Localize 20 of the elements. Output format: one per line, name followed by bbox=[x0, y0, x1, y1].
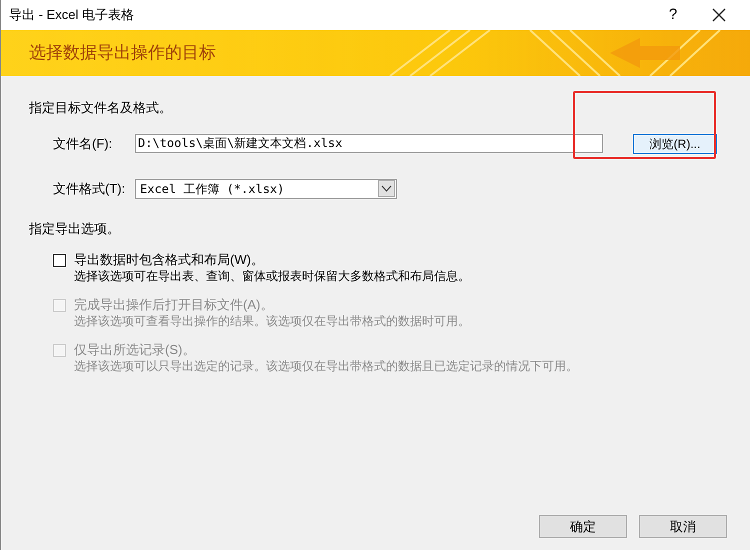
option-checkbox[interactable] bbox=[53, 254, 66, 267]
dialog-button[interactable]: 确定 bbox=[539, 515, 627, 538]
section-heading: 指定目标文件名及格式。 bbox=[29, 99, 173, 117]
browse-button[interactable]: 浏览(R)... bbox=[633, 134, 717, 154]
option-label: 仅导出所选记录(S)。 bbox=[74, 342, 196, 358]
option-description: 选择该选项可查看导出操作的结果。该选项仅在导出带格式的数据时可用。 bbox=[74, 313, 470, 329]
file-name-field[interactable]: D:\tools\桌面\新建文本文档.xlsx bbox=[135, 134, 603, 153]
file-format-dropdown[interactable]: Excel 工作簿 (*.xlsx) bbox=[135, 178, 397, 198]
option-description: 选择该选项可以只导出选定的记录。该选项仅在导出带格式的数据且已选定记录的情况下可用。 bbox=[74, 358, 578, 374]
help-button[interactable]: ? bbox=[658, 4, 688, 26]
dialog-button[interactable]: 取消 bbox=[639, 515, 727, 538]
banner-title: 选择数据导出操作的目标 bbox=[29, 42, 216, 64]
option-description: 选择该选项可在导出表、查询、窗体或报表时保留大多数格式和布局信息。 bbox=[74, 268, 470, 284]
file-name-label: 文件名(F): bbox=[53, 134, 114, 153]
section-heading: 指定导出选项。 bbox=[29, 220, 121, 238]
file-format-label: 文件格式(T): bbox=[53, 180, 126, 198]
window-title: 导出 - Excel 电子表格 bbox=[9, 6, 134, 24]
option-label: 导出数据时包含格式和布局(W)。 bbox=[74, 252, 265, 268]
close-icon[interactable] bbox=[712, 8, 726, 22]
option-label: 完成导出操作后打开目标文件(A)。 bbox=[74, 297, 274, 313]
